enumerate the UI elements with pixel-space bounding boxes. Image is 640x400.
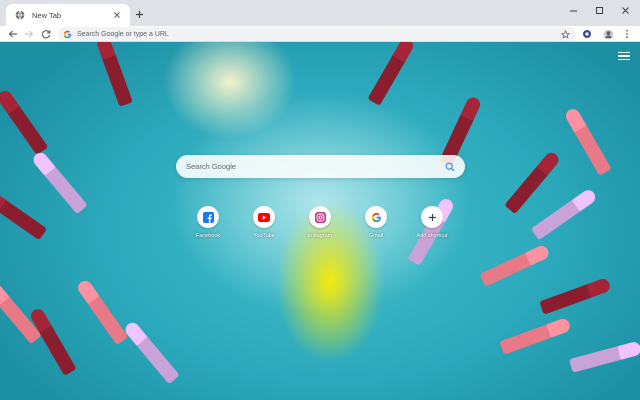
instagram-icon [309,206,331,228]
ntp-search-box[interactable]: Search Google [176,155,465,178]
new-tab-page: Search Google Facebook YouTube Instagram [0,42,640,400]
shortcut-instagram[interactable]: Instagram [302,206,338,239]
shortcut-label: Gmail [368,233,384,239]
new-tab-button[interactable] [132,7,146,21]
plus-icon [421,206,443,228]
shortcut-label: Facebook [195,233,221,239]
extension-button[interactable] [580,27,594,41]
shortcut-label: Add shortcut [416,233,448,239]
profile-button[interactable] [601,27,615,41]
close-icon [621,6,629,14]
shortcut-youtube[interactable]: YouTube [246,206,282,239]
menu-line [618,55,630,57]
search-icon[interactable] [444,161,455,172]
omnibox-placeholder: Search Google or type a URL [77,30,169,38]
customize-menu-button[interactable] [617,50,631,62]
reload-button[interactable] [39,27,53,41]
tab-title: New Tab [32,10,62,20]
maximize-icon [595,6,603,14]
shortcut-gmail[interactable]: Gmail [358,206,394,239]
globe-icon [14,10,25,21]
shortcut-label: YouTube [253,233,275,239]
menu-line [618,58,630,60]
tab-strip: New Tab [0,0,640,26]
arrow-right-icon [25,30,34,38]
plus-icon [135,10,143,18]
more-vert-icon [626,29,628,39]
shortcut-facebook[interactable]: Facebook [190,206,226,239]
bookmark-star-icon[interactable] [560,29,570,39]
maximize-button[interactable] [586,0,612,20]
arrow-left-icon [8,30,17,38]
google-icon [63,30,72,39]
facebook-icon [197,206,219,228]
youtube-icon [253,206,275,228]
shortcuts-grid: Facebook YouTube Instagram Gmail Add sho… [190,206,452,250]
ntp-search-placeholder: Search Google [186,162,237,171]
forward-button[interactable] [22,27,36,41]
menu-line [618,52,630,54]
shortcut-label: Instagram [307,233,333,239]
reload-icon [41,30,51,39]
toolbar: Search Google or type a URL [0,26,640,42]
omnibox[interactable]: Search Google or type a URL [58,27,576,41]
tab-new-tab[interactable]: New Tab [6,4,130,26]
minimize-button[interactable] [560,0,586,20]
back-button[interactable] [6,27,20,41]
close-icon[interactable] [111,10,122,21]
extension-icon [583,30,591,38]
shortcut-add[interactable]: Add shortcut [414,206,450,239]
window-close-button[interactable] [612,0,638,20]
minimize-icon [569,10,577,11]
avatar-icon [603,29,613,39]
google-icon [365,206,387,228]
chrome-menu-button[interactable] [620,27,634,41]
